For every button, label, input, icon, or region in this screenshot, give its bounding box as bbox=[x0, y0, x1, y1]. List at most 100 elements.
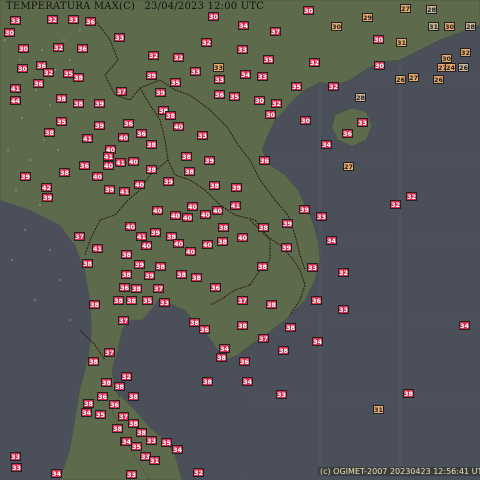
station-marker: 31 bbox=[428, 22, 439, 31]
station-marker: 41 bbox=[82, 134, 93, 143]
station-marker: 33 bbox=[316, 212, 327, 221]
station-marker: 32 bbox=[121, 372, 132, 381]
map-credit: (c) OGIMET-2007 20230423 12:56:41 UTC bbox=[318, 467, 480, 476]
station-marker: 37 bbox=[118, 316, 129, 325]
station-marker: 39 bbox=[150, 228, 161, 237]
station-marker: 38 bbox=[146, 165, 157, 174]
station-marker: 24 bbox=[445, 63, 456, 72]
station-marker: 39 bbox=[94, 99, 105, 108]
station-marker: 38 bbox=[89, 300, 100, 309]
station-marker: 38 bbox=[202, 377, 213, 386]
station-marker: 39 bbox=[231, 183, 242, 192]
station-marker: 38 bbox=[191, 273, 202, 282]
station-marker: 38 bbox=[121, 250, 132, 259]
station-marker: 38 bbox=[257, 262, 268, 271]
station-marker: 35 bbox=[142, 296, 153, 305]
station-marker: 41 bbox=[136, 232, 147, 241]
station-marker: 32 bbox=[193, 468, 204, 477]
station-marker: 33 bbox=[213, 63, 224, 72]
station-marker: 36 bbox=[119, 283, 130, 292]
station-marker: 37 bbox=[237, 296, 248, 305]
station-marker: 41 bbox=[103, 152, 114, 161]
station-marker: 36 bbox=[136, 129, 147, 138]
station-marker: 31 bbox=[149, 456, 160, 465]
station-marker: 40 bbox=[237, 233, 248, 242]
station-marker: 32 bbox=[47, 15, 58, 24]
station-marker: 38 bbox=[165, 111, 176, 120]
station-marker: 33 bbox=[357, 118, 368, 127]
station-marker: 32 bbox=[43, 68, 54, 77]
station-marker: 28 bbox=[426, 5, 437, 14]
station-marker: 36 bbox=[239, 357, 250, 366]
station-marker: 39 bbox=[134, 260, 145, 269]
station-marker: 35 bbox=[229, 92, 240, 101]
station-marker: 38 bbox=[59, 168, 70, 177]
station-marker: 30 bbox=[4, 28, 15, 37]
station-marker: 34 bbox=[219, 344, 230, 353]
station-marker: 36 bbox=[199, 325, 210, 334]
station-marker: 36 bbox=[342, 129, 353, 138]
station-marker: 39 bbox=[155, 88, 166, 97]
station-marker: 33 bbox=[10, 16, 21, 25]
station-marker: 35 bbox=[170, 78, 181, 87]
station-marker: 34 bbox=[459, 321, 470, 330]
station-marker: 37 bbox=[258, 334, 269, 343]
station-marker: 34 bbox=[312, 337, 323, 346]
station-marker: 33 bbox=[338, 305, 349, 314]
station-marker: 35 bbox=[291, 82, 302, 91]
station-marker: 41 bbox=[10, 84, 21, 93]
station-marker: 33 bbox=[159, 298, 170, 307]
station-marker: 40 bbox=[187, 202, 198, 211]
station-marker: 39 bbox=[42, 193, 53, 202]
station-marker: 41 bbox=[119, 187, 130, 196]
station-marker: 38 bbox=[181, 152, 192, 161]
station-marker: 40 bbox=[202, 240, 213, 249]
station-marker: 38 bbox=[82, 259, 93, 268]
station-marker: 28 bbox=[465, 22, 476, 31]
station-marker: 36 bbox=[97, 392, 108, 401]
station-marker: 38 bbox=[73, 73, 84, 82]
station-marker: 36 bbox=[77, 44, 88, 53]
station-marker: 32 bbox=[53, 43, 64, 52]
station-marker: 32 bbox=[390, 200, 401, 209]
station-marker: 38 bbox=[73, 99, 84, 108]
station-marker: 35 bbox=[95, 410, 106, 419]
station-marker: 32 bbox=[173, 53, 184, 62]
station-marker: 33 bbox=[114, 33, 125, 42]
station-marker: 26 bbox=[433, 75, 444, 84]
station-marker: 39 bbox=[281, 243, 292, 252]
station-marker: 38 bbox=[114, 382, 125, 391]
station-marker: 29 bbox=[362, 13, 373, 22]
station-marker: 34 bbox=[242, 377, 253, 386]
station-marker: 37 bbox=[153, 284, 164, 293]
station-marker: 31 bbox=[396, 38, 407, 47]
station-marker: 27 bbox=[408, 73, 419, 82]
station-marker: 41 bbox=[92, 244, 103, 253]
station-marker: 30 bbox=[441, 54, 452, 63]
station-marker: 31 bbox=[373, 405, 384, 414]
station-marker: 40 bbox=[152, 206, 163, 215]
station-marker: 38 bbox=[184, 167, 195, 176]
station-marker: 33 bbox=[237, 45, 248, 54]
station-marker: 37 bbox=[270, 27, 281, 36]
station-marker: 30 bbox=[208, 12, 219, 21]
station-marker: 41 bbox=[230, 201, 241, 210]
station-marker: 38 bbox=[258, 223, 269, 232]
station-marker: 38 bbox=[113, 296, 124, 305]
station-marker: 38 bbox=[101, 378, 112, 387]
station-marker: 33 bbox=[68, 15, 79, 24]
station-marker: 38 bbox=[126, 296, 137, 305]
station-marker: 38 bbox=[266, 300, 277, 309]
station-marker: 30 bbox=[444, 22, 455, 31]
station-marker: 40 bbox=[103, 161, 114, 170]
station-marker: 26 bbox=[395, 75, 406, 84]
station-marker: 38 bbox=[176, 270, 187, 279]
station-marker: 40 bbox=[170, 211, 181, 220]
station-marker: 34 bbox=[238, 21, 249, 30]
station-marker: 37 bbox=[74, 232, 85, 241]
station-marker: 32 bbox=[271, 99, 282, 108]
station-marker: 38 bbox=[403, 389, 414, 398]
station-marker: 36 bbox=[210, 283, 221, 292]
station-marker: 27 bbox=[343, 162, 354, 171]
station-marker: 40 bbox=[125, 222, 136, 231]
